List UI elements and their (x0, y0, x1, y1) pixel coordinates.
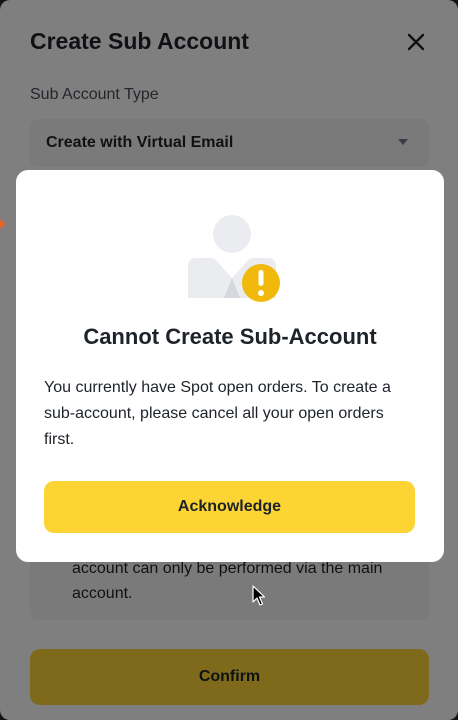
user-warning-icon (188, 215, 280, 302)
dialog-title: Cannot Create Sub-Account (83, 324, 377, 349)
acknowledge-button[interactable]: Acknowledge (44, 481, 415, 533)
dialog-message: You currently have Spot open orders. To … (44, 379, 391, 448)
side-marker (0, 219, 6, 229)
mouse-cursor-icon (252, 585, 266, 606)
page: Create Sub Account Sub Account Type Crea… (0, 0, 458, 720)
cannot-create-dialog: Cannot Create Sub-Account You currently … (16, 170, 444, 562)
